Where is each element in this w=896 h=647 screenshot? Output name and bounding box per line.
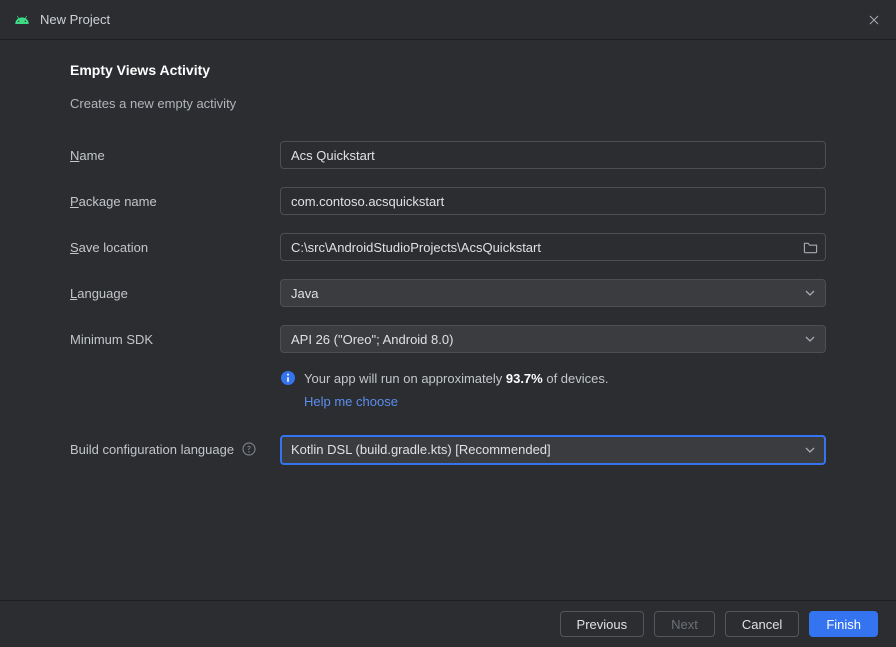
sdk-info-row: Your app will run on approximately 93.7%…	[280, 369, 826, 413]
row-name: Name	[70, 141, 826, 169]
package-input[interactable]	[280, 187, 826, 215]
language-select[interactable]: Java	[280, 279, 826, 307]
label-build-lang: Build configuration language	[70, 442, 280, 457]
info-icon	[280, 370, 296, 386]
browse-folder-icon[interactable]	[802, 239, 818, 255]
label-name: Name	[70, 148, 280, 163]
window-title: New Project	[40, 12, 110, 27]
label-language: Language	[70, 286, 280, 301]
help-icon[interactable]	[242, 442, 256, 456]
previous-button[interactable]: Previous	[560, 611, 645, 637]
build-lang-value: Kotlin DSL (build.gradle.kts) [Recommend…	[291, 442, 551, 457]
title-bar: New Project	[0, 0, 896, 40]
dialog-content: Empty Views Activity Creates a new empty…	[0, 40, 896, 600]
label-package: Package name	[70, 194, 280, 209]
close-icon[interactable]	[866, 12, 882, 28]
sdk-info-text: Your app will run on approximately 93.7%…	[304, 369, 609, 413]
save-location-input[interactable]	[280, 233, 826, 261]
language-value: Java	[291, 286, 318, 301]
label-min-sdk: Minimum SDK	[70, 332, 280, 347]
page-title: Empty Views Activity	[70, 62, 826, 78]
row-min-sdk: Minimum SDK API 26 ("Oreo"; Android 8.0)	[70, 325, 826, 353]
help-me-choose-link[interactable]: Help me choose	[304, 392, 398, 413]
name-input[interactable]	[280, 141, 826, 169]
build-lang-select[interactable]: Kotlin DSL (build.gradle.kts) [Recommend…	[280, 435, 826, 465]
cancel-button[interactable]: Cancel	[725, 611, 799, 637]
chevron-down-icon	[805, 334, 815, 344]
dialog-footer: Previous Next Cancel Finish	[0, 600, 896, 647]
chevron-down-icon	[805, 445, 815, 455]
row-package: Package name	[70, 187, 826, 215]
finish-button[interactable]: Finish	[809, 611, 878, 637]
min-sdk-select[interactable]: API 26 ("Oreo"; Android 8.0)	[280, 325, 826, 353]
android-logo-icon	[14, 12, 30, 28]
chevron-down-icon	[805, 288, 815, 298]
min-sdk-value: API 26 ("Oreo"; Android 8.0)	[291, 332, 453, 347]
row-build-lang: Build configuration language Kotlin DSL …	[70, 435, 826, 465]
label-save-location: Save location	[70, 240, 280, 255]
row-save-location: Save location	[70, 233, 826, 261]
page-description: Creates a new empty activity	[70, 96, 826, 111]
next-button: Next	[654, 611, 715, 637]
row-language: Language Java	[70, 279, 826, 307]
